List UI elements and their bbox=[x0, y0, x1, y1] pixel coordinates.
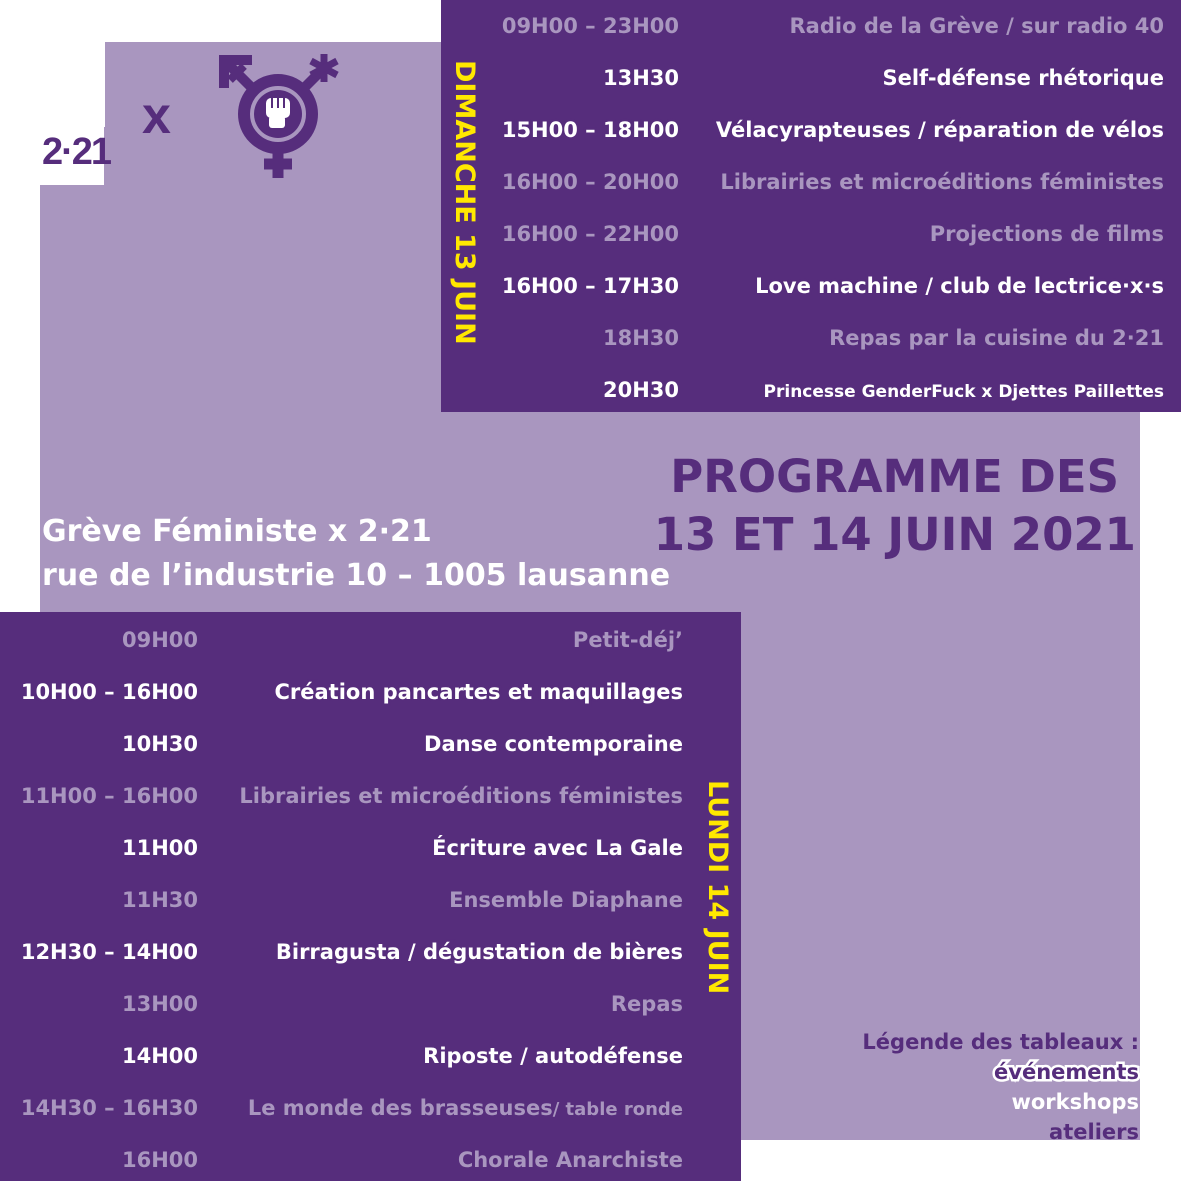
schedule-row: 09H00 – 23H00 Radio de la Grève / sur rad… bbox=[441, 0, 1181, 52]
address-line1: Grève Féministe x 2·21 bbox=[42, 514, 432, 549]
schedule-event: Chorale Anarchiste bbox=[458, 1148, 683, 1172]
schedule-event: Repas par la cuisine du 2·21 bbox=[829, 326, 1164, 350]
schedule-time: 15H00 – 18H00 bbox=[499, 116, 681, 145]
legend-ateliers: ateliers bbox=[1049, 1120, 1139, 1144]
schedule-time: 16H00 – 20H00 bbox=[501, 170, 679, 194]
program-title-line2: 13 ET 14 JUIN 2021 bbox=[653, 508, 1136, 561]
schedule-event: Riposte / autodéfense bbox=[423, 1044, 683, 1068]
schedule-event: Ensemble Diaphane bbox=[449, 888, 683, 912]
legend-events-label: événements bbox=[992, 1058, 1142, 1087]
schedule-time: 10H30 bbox=[121, 732, 198, 756]
schedule-event-text: Repas bbox=[610, 992, 683, 1016]
schedule-event-text: Love machine / club de lectrice·x·s bbox=[753, 272, 1167, 301]
legend-workshops: workshops bbox=[1011, 1090, 1139, 1114]
schedule-row: 13H30 Self-défense rhétorique bbox=[441, 52, 1181, 104]
schedule-event-text: Librairies et microéditions féministes bbox=[720, 170, 1164, 194]
schedule-event-text: Danse contemporaine bbox=[424, 732, 683, 756]
schedule-time: 11H00 bbox=[121, 836, 198, 860]
schedule-time: 09H00 – 23H00 bbox=[501, 14, 679, 38]
schedule-row: 14H00 Riposte / autodéfense bbox=[0, 1030, 741, 1082]
schedule-row: 10H00 – 16H00 Création pancartes et maqui… bbox=[0, 666, 741, 718]
schedule-time: 11H30 bbox=[121, 888, 198, 912]
schedule-event-text: Ensemble Diaphane bbox=[449, 888, 683, 912]
schedule-event: Danse contemporaine bbox=[424, 732, 683, 756]
schedule-time: 11H00 – 16H00 bbox=[20, 784, 198, 808]
schedule-event-text: Librairies et microéditions féministes bbox=[239, 784, 683, 808]
schedule-event-text: Repas par la cuisine du 2·21 bbox=[829, 326, 1164, 350]
schedule-event-text: Projections de films bbox=[929, 222, 1164, 246]
schedule-row: 16H00 Chorale Anarchiste bbox=[0, 1134, 741, 1186]
schedule-event-text: Radio de la Grève / sur radio 40 bbox=[789, 14, 1164, 38]
schedule-row: 20H30 Princesse GenderFuck x Djettes Pail… bbox=[441, 364, 1181, 416]
schedule-time: 14H00 bbox=[121, 1044, 198, 1068]
schedule-row: 12H30 – 14H00 Birragusta / dégustation de… bbox=[0, 926, 741, 978]
schedule-event: Birragusta / dégustation de bières bbox=[273, 938, 685, 967]
feminist-fist-gender-symbol-icon bbox=[219, 54, 339, 178]
schedule-event-suffix: / table ronde bbox=[552, 1099, 683, 1120]
schedule-event: Librairies et microéditions féministes bbox=[239, 784, 683, 808]
logo-221-text: 2·21 bbox=[42, 131, 112, 173]
legend-events: événements bbox=[992, 1058, 1142, 1087]
schedule-event: Projections de films bbox=[930, 222, 1164, 246]
schedule-row: 13H00 Repas bbox=[0, 978, 741, 1030]
schedule-event: Le monde des brasseuses/ table ronde bbox=[248, 1096, 683, 1120]
schedule-time: 16H00 – 17H30 bbox=[499, 272, 681, 301]
schedule-event: Écriture avec La Gale bbox=[432, 836, 683, 860]
schedule-row: 18H30 Repas par la cuisine du 2·21 bbox=[441, 312, 1181, 364]
schedule-event: Librairies et microéditions féministes bbox=[720, 170, 1164, 194]
schedule-event-text: Écriture avec La Gale bbox=[432, 836, 683, 860]
address-line2: rue de l’industrie 10 – 1005 lausanne bbox=[42, 558, 671, 593]
schedule-time: 12H30 – 14H00 bbox=[18, 938, 200, 967]
sunday-schedule-panel: DIMANCHE 13 JUIN 09H00 – 23H00 Radio de l… bbox=[441, 0, 1181, 412]
program-title-line1: PROGRAMME DES bbox=[670, 450, 1119, 503]
schedule-event-text: Chorale Anarchiste bbox=[457, 1148, 683, 1172]
schedule-event-text: Petit-déj’ bbox=[572, 628, 683, 652]
schedule-row: 11H00 – 16H00 Librairies et microéditions… bbox=[0, 770, 741, 822]
schedule-time: 16H00 – 22H00 bbox=[501, 222, 679, 246]
schedule-time: 13H30 bbox=[602, 66, 679, 90]
schedule-event: Repas bbox=[611, 992, 683, 1016]
schedule-row: 14H30 – 16H30 Le monde des brasseuses/ ta… bbox=[0, 1082, 741, 1134]
monday-schedule-panel: LUNDI 14 JUIN 09H00 Petit-déj’ 10H00 – 16H… bbox=[0, 612, 741, 1181]
schedule-row: 11H30 Ensemble Diaphane bbox=[0, 874, 741, 926]
schedule-event-text: Princesse GenderFuck x Djettes Paillette… bbox=[763, 382, 1164, 402]
schedule-event-text: Vélacyrapteuses / réparation de vélos bbox=[713, 116, 1166, 145]
schedule-event: Love machine / club de lectrice·x·s bbox=[753, 272, 1167, 301]
schedule-row: 10H30 Danse contemporaine bbox=[0, 718, 741, 770]
schedule-event-text: Le monde des brasseuses bbox=[247, 1096, 553, 1120]
schedule-row: 16H00 – 17H30 Love machine / club de lect… bbox=[441, 260, 1181, 312]
schedule-time: 10H00 – 16H00 bbox=[18, 678, 200, 707]
schedule-row: 11H00 Écriture avec La Gale bbox=[0, 822, 741, 874]
schedule-time: 20H30 bbox=[602, 378, 679, 402]
schedule-event-text: Birragusta / dégustation de bières bbox=[273, 938, 685, 967]
schedule-event: Petit-déj’ bbox=[573, 628, 683, 652]
schedule-event-text: Création pancartes et maquillages bbox=[272, 678, 685, 707]
schedule-row: 09H00 Petit-déj’ bbox=[0, 614, 741, 666]
schedule-event: Vélacyrapteuses / réparation de vélos bbox=[713, 116, 1166, 145]
schedule-event: Radio de la Grève / sur radio 40 bbox=[790, 14, 1164, 38]
schedule-event-text: Riposte / autodéfense bbox=[423, 1044, 683, 1068]
schedule-row: 15H00 – 18H00 Vélacyrapteuses / réparatio… bbox=[441, 104, 1181, 156]
schedule-event-text: Self-défense rhétorique bbox=[882, 66, 1164, 90]
legend-title: Légende des tableaux : bbox=[862, 1030, 1139, 1054]
schedule-row: 16H00 – 22H00 Projections de films bbox=[441, 208, 1181, 260]
logo-221: 2·21 bbox=[40, 125, 112, 185]
schedule-event: Princesse GenderFuck x Djettes Paillette… bbox=[764, 378, 1164, 402]
logo-cross: x bbox=[142, 87, 171, 145]
schedule-time: 16H00 bbox=[121, 1148, 198, 1172]
schedule-row: 16H00 – 20H00 Librairies et microéditions… bbox=[441, 156, 1181, 208]
schedule-event: Self-défense rhétorique bbox=[882, 66, 1164, 90]
schedule-time: 18H30 bbox=[602, 326, 679, 350]
schedule-time: 09H00 bbox=[121, 628, 198, 652]
schedule-event: Création pancartes et maquillages bbox=[272, 678, 685, 707]
schedule-time: 14H30 – 16H30 bbox=[20, 1096, 198, 1120]
schedule-time: 13H00 bbox=[121, 992, 198, 1016]
